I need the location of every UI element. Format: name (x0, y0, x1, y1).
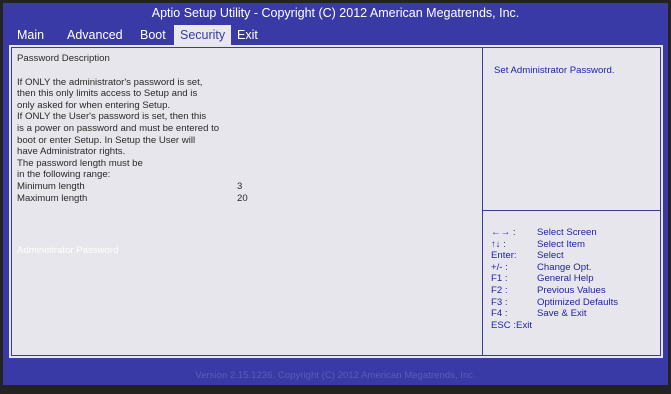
main-panel: Password Description If ONLY the adminis… (9, 45, 663, 358)
version-footer: Version 2.15.1236. Copyright (C) 2012 Am… (195, 370, 476, 381)
minimum-length-value: 3 (237, 180, 243, 192)
key-description: Optimized Defaults (537, 296, 619, 308)
description-line: If ONLY the administrator's password is … (17, 76, 203, 88)
description-line: in the following range: (17, 169, 111, 181)
description-line: is a power on password and must be enter… (17, 122, 220, 134)
tab-security[interactable]: Security (174, 25, 232, 45)
description-line: then this only limits access to Setup an… (17, 88, 198, 100)
key-label: F4 : (491, 308, 508, 320)
key-row: ↑↓ : Select Item (491, 239, 656, 251)
description-line: only asked for when entering Setup. (17, 99, 171, 111)
bios-window: Aptio Setup Utility - Copyright (C) 2012… (3, 3, 668, 385)
password-description-heading: Password Description (17, 53, 110, 64)
tab-exit[interactable]: Exit (237, 25, 258, 45)
key-row: +/- : Change Opt. (491, 262, 656, 274)
key-label: F2 : (491, 284, 508, 296)
key-label: ↑↓ : (491, 238, 506, 250)
key-label: F3 : (491, 296, 508, 308)
key-row: F2 : Previous Values (491, 285, 656, 297)
key-description: Previous Values (537, 284, 606, 296)
key-label: ←→ : (491, 227, 516, 238)
help-text: Set Administrator Password. (494, 65, 615, 76)
key-description: Save & Exit (537, 308, 587, 320)
minimum-length-row: Minimum length 3 (17, 181, 467, 193)
tab-boot[interactable]: Boot (140, 25, 166, 45)
key-row: F4 : Save & Exit (491, 308, 656, 320)
tab-main[interactable]: Main (17, 25, 44, 45)
description-line: If ONLY the User's password is set, then… (17, 111, 207, 123)
key-label: F1 : (491, 273, 508, 285)
maximum-length-row: Maximum length 20 (17, 193, 467, 205)
key-description (532, 320, 656, 332)
key-label: +/- : (491, 261, 508, 273)
description-line: The password length must be (17, 157, 143, 169)
key-row: F3 : Optimized Defaults (491, 297, 656, 309)
maximum-length-label: Maximum length (17, 192, 88, 204)
key-row: ESC :Exit (491, 320, 656, 332)
minimum-length-label: Minimum length (17, 180, 85, 192)
description-line: have Administrator rights. (17, 146, 126, 158)
key-row: ←→ : Select Screen (491, 227, 656, 239)
administrator-password-item[interactable]: Administrator Password (17, 245, 118, 256)
key-label: ESC :Exit (491, 319, 533, 331)
tab-bar: Main Advanced Boot Security Exit (3, 23, 668, 45)
maximum-length-value: 20 (237, 192, 248, 204)
description-line: boot or enter Setup. In Setup the User w… (17, 134, 196, 146)
key-description: Change Opt. (537, 261, 592, 273)
help-divider (483, 210, 661, 211)
tab-advanced[interactable]: Advanced (67, 25, 123, 45)
key-row: F1 : General Help (491, 273, 656, 285)
key-legend: ←→ : Select Screen ↑↓ : Select Item Enter:… (491, 227, 656, 331)
vertical-divider (482, 47, 483, 355)
key-description: Select Item (537, 238, 585, 250)
key-description: General Help (537, 273, 594, 285)
key-row: Enter: Select (491, 250, 656, 262)
title-bar: Aptio Setup Utility - Copyright (C) 2012… (151, 6, 520, 20)
key-description: Select Screen (537, 227, 597, 238)
key-description: Select (537, 250, 564, 262)
description-area: Password Description If ONLY the adminis… (17, 53, 467, 351)
key-label: Enter: (491, 250, 517, 262)
